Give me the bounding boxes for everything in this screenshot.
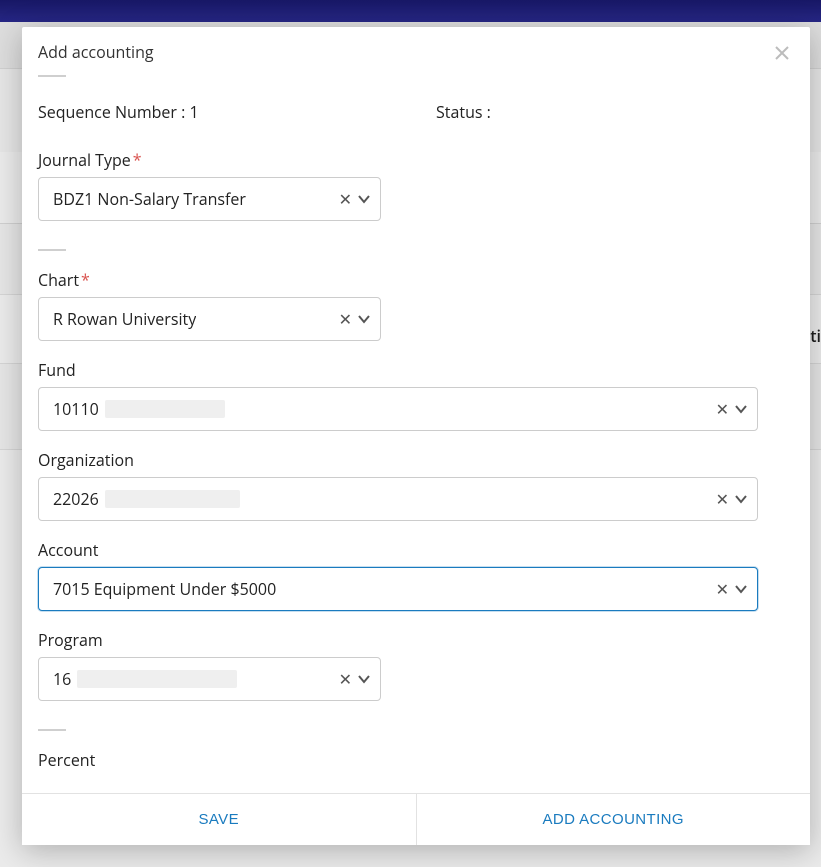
chart-label-text: Chart	[38, 269, 79, 291]
clear-icon[interactable]: ✕	[339, 191, 352, 207]
fund-select[interactable]: 10110 ✕	[38, 387, 758, 431]
journal-type-label-text: Journal Type	[38, 149, 131, 171]
organization-value-prefix: 22026	[53, 488, 99, 510]
journal-type-value: BDZ1 Non-Salary Transfer	[53, 188, 246, 210]
status-label: Status :	[436, 101, 491, 123]
section-divider	[38, 729, 66, 731]
sequence-value: 1	[189, 101, 198, 123]
journal-type-label: Journal Type*	[38, 149, 794, 171]
program-label: Program	[38, 629, 794, 651]
field-chart: Chart* R Rowan University ✕	[38, 269, 794, 341]
field-organization: Organization 22026 ✕	[38, 449, 794, 521]
section-divider	[38, 249, 66, 251]
chevron-down-icon	[735, 403, 747, 415]
clear-icon[interactable]: ✕	[716, 581, 729, 597]
close-icon	[775, 46, 789, 60]
organization-select[interactable]: 22026 ✕	[38, 477, 758, 521]
account-select[interactable]: 7015 Equipment Under $5000 ✕	[38, 567, 758, 611]
account-value: 7015 Equipment Under $5000	[53, 578, 276, 600]
chevron-down-icon	[358, 313, 370, 325]
add-accounting-button[interactable]: Add Accounting	[416, 794, 811, 845]
close-button[interactable]	[770, 41, 794, 65]
chart-label: Chart*	[38, 269, 794, 291]
modal-scroll-area[interactable]: Journal Type* BDZ1 Non-Salary Transfer ✕…	[22, 127, 810, 793]
field-fund: Fund 10110 ✕	[38, 359, 794, 431]
chevron-down-icon	[735, 583, 747, 595]
meta-row: Sequence Number : 1 Status :	[22, 77, 810, 127]
field-account: Account 7015 Equipment Under $5000 ✕	[38, 539, 794, 611]
program-select[interactable]: 16 ✕	[38, 657, 381, 701]
redacted-text	[105, 490, 240, 508]
required-marker: *	[133, 149, 142, 171]
sequence-label: Sequence Number :	[38, 101, 185, 123]
field-journal-type: Journal Type* BDZ1 Non-Salary Transfer ✕	[38, 149, 794, 221]
organization-label: Organization	[38, 449, 794, 471]
clear-icon[interactable]: ✕	[716, 491, 729, 507]
fund-label: Fund	[38, 359, 794, 381]
chevron-down-icon	[358, 193, 370, 205]
program-value-prefix: 16	[53, 668, 71, 690]
account-label: Account	[38, 539, 794, 561]
chart-value: R Rowan University	[53, 308, 196, 330]
journal-type-select[interactable]: BDZ1 Non-Salary Transfer ✕	[38, 177, 381, 221]
clear-icon[interactable]: ✕	[716, 401, 729, 417]
fund-value-prefix: 10110	[53, 398, 99, 420]
chevron-down-icon	[358, 673, 370, 685]
modal-title: Add accounting	[38, 41, 154, 63]
clear-icon[interactable]: ✕	[339, 311, 352, 327]
clear-icon[interactable]: ✕	[339, 671, 352, 687]
required-marker: *	[81, 269, 90, 291]
chart-select[interactable]: R Rowan University ✕	[38, 297, 381, 341]
field-percent: Percent	[38, 749, 794, 771]
add-accounting-modal: Add accounting Sequence Number : 1 Statu…	[22, 27, 810, 845]
chevron-down-icon	[735, 493, 747, 505]
field-program: Program 16 ✕	[38, 629, 794, 701]
modal-footer: Save Add Accounting	[22, 793, 810, 845]
save-button[interactable]: Save	[22, 794, 416, 845]
percent-label: Percent	[38, 749, 794, 771]
redacted-text	[77, 670, 237, 688]
redacted-text	[105, 400, 225, 418]
